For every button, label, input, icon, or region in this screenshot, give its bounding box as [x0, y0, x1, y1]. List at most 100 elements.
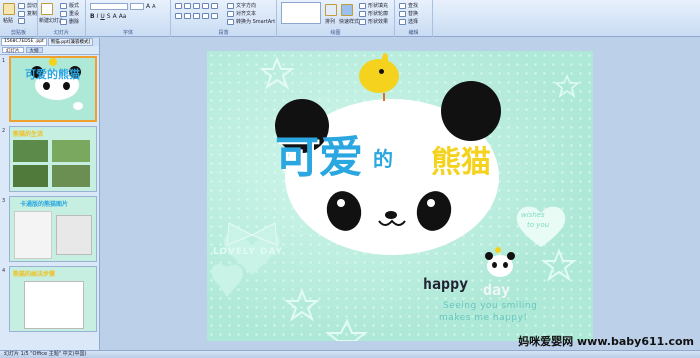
outline-icon — [359, 10, 366, 17]
align-right-icon[interactable] — [193, 13, 200, 19]
arrange-button[interactable] — [325, 4, 337, 16]
paragraph-group: 文字方向 对齐文本 转换为 SmartArt 段落 — [171, 0, 277, 37]
align-center-icon[interactable] — [184, 13, 191, 19]
find-button[interactable]: 查找 — [399, 2, 418, 9]
shapes-gallery[interactable] — [281, 2, 321, 24]
cut-button[interactable]: 剪切 — [18, 2, 37, 9]
tab-outline[interactable]: 大纲 — [25, 47, 43, 54]
indent-increase-icon[interactable] — [202, 3, 209, 9]
align-buttons[interactable] — [175, 13, 218, 19]
status-bar: 幻灯片 1/5 "Office 主题" 中文(中国) — [0, 350, 700, 358]
slide-thumbnail-2[interactable]: 熊猫的生活 — [9, 126, 97, 192]
spacing-button[interactable]: Aa — [119, 13, 127, 20]
slide-thumbnail-4[interactable]: 熊猫的画法步骤 — [9, 266, 97, 332]
quick-styles-label: 快速样式 — [339, 19, 360, 25]
thumb-bird-icon — [49, 58, 57, 66]
happy-text: happy — [423, 275, 469, 293]
font-color-button[interactable]: A — [113, 13, 117, 20]
small-panda-ear — [507, 252, 515, 260]
align-left-icon[interactable] — [175, 13, 182, 19]
fill-icon — [359, 2, 366, 9]
slide-editor: 可爱 的 熊猫 LOVELY DAY wishes to you happy d… — [101, 38, 700, 350]
find-icon — [399, 2, 406, 9]
bullets-icon[interactable] — [175, 3, 182, 9]
document-tab-1[interactable]: 1568C7ED5E .ppt — [1, 38, 47, 46]
drawing-group: 排列 快速样式 形状填充 形状轮廓 形状效果 绘图 — [277, 0, 395, 37]
new-slide-icon — [41, 3, 53, 15]
format-painter-button[interactable] — [18, 18, 25, 24]
slides-group: 新建幻灯片 版式 重设 删除 幻灯片 — [38, 0, 86, 37]
editing-group-label: 编辑 — [408, 30, 419, 36]
thumb-title: 熊猫的生活 — [13, 131, 44, 138]
underline-button[interactable]: U — [100, 13, 104, 20]
grow-font-button[interactable]: AA — [146, 3, 156, 10]
align-text-button[interactable]: 对齐文本 — [227, 10, 256, 17]
strikethrough-button[interactable]: S — [107, 13, 111, 20]
title-part-1: 可爱 — [275, 132, 363, 183]
copy-button[interactable]: 复制 — [18, 10, 37, 17]
paragraph-group-label: 段落 — [218, 30, 229, 36]
thumb-drawing-steps — [24, 281, 84, 329]
clipboard-group-label: 剪贴板 — [10, 30, 26, 36]
columns-icon[interactable] — [211, 13, 218, 19]
thumb-panda-eye — [63, 82, 70, 90]
thumb-title: 卡通版的熊猫图片 — [20, 201, 69, 208]
text-direction-button[interactable]: 文字方向 — [227, 2, 256, 9]
bird-icon — [359, 59, 399, 93]
thumb-photo — [52, 165, 90, 187]
replace-button[interactable]: 替换 — [399, 10, 418, 17]
italic-button[interactable]: I — [97, 13, 99, 20]
slide-thumbnail-1[interactable]: 可爱的熊猫 — [9, 56, 97, 122]
font-name-field[interactable] — [90, 3, 128, 10]
delete-button[interactable]: 删除 — [60, 18, 79, 25]
slide-thumbnail-3[interactable]: 卡通版的熊猫图片 — [9, 196, 97, 262]
smartart-icon — [227, 18, 234, 25]
watermark: 妈咪爱婴网 www.baby611.com — [518, 335, 694, 348]
shape-outline-button[interactable]: 形状轮廓 — [359, 10, 388, 17]
bold-button[interactable]: B — [90, 13, 95, 20]
document-tabs: 1568C7ED5E .ppt 熊猫.ppt[兼容模式] — [0, 38, 99, 46]
paste-icon — [3, 3, 15, 15]
panda-eye-highlight — [427, 199, 435, 207]
current-slide[interactable]: 可爱 的 熊猫 LOVELY DAY wishes to you happy d… — [207, 51, 593, 341]
thumb-sticker-sheet — [14, 211, 52, 259]
line-spacing-icon[interactable] — [211, 3, 218, 9]
wishes-text: wishes — [521, 211, 545, 219]
small-panda-eye — [492, 262, 497, 268]
paste-label: 粘贴 — [3, 18, 14, 24]
font-group: AA B I U S A Aa 字体 — [86, 0, 171, 37]
to-you-text: to you — [527, 221, 550, 229]
new-slide-button[interactable] — [41, 3, 53, 15]
font-size-field[interactable] — [130, 3, 144, 10]
caption-line-1: Seeing you smiling — [443, 301, 538, 311]
justify-icon[interactable] — [202, 13, 209, 19]
select-icon — [399, 18, 406, 25]
font-format-buttons[interactable]: B I U S A Aa — [90, 13, 126, 20]
smartart-button[interactable]: 转换为 SmartArt — [227, 18, 275, 25]
paste-button[interactable] — [3, 3, 15, 15]
layout-button[interactable]: 版式 — [60, 2, 79, 9]
arrange-label: 排列 — [325, 19, 336, 25]
thumb-panda-image — [56, 215, 92, 255]
bird-eye — [379, 69, 384, 74]
tab-slides[interactable]: 幻灯片 — [2, 47, 24, 54]
document-tab-2[interactable]: 熊猫.ppt[兼容模式] — [47, 38, 94, 46]
numbering-icon[interactable] — [184, 3, 191, 9]
list-buttons[interactable] — [175, 3, 218, 9]
bird-leg — [383, 93, 385, 101]
arrange-icon — [325, 4, 337, 16]
shape-fill-button[interactable]: 形状填充 — [359, 2, 388, 9]
slides-panel: 1568C7ED5E .ppt 熊猫.ppt[兼容模式] 幻灯片 大纲 1 可爱… — [0, 38, 100, 350]
reset-button[interactable]: 重设 — [60, 10, 79, 17]
quick-styles-button[interactable] — [341, 4, 353, 16]
day-text: day — [483, 281, 511, 299]
panda-eye-highlight — [337, 199, 345, 207]
indent-decrease-icon[interactable] — [193, 3, 200, 9]
panda-mouth — [378, 219, 406, 226]
select-button[interactable]: 选择 — [399, 18, 418, 25]
slide-number-3: 3 — [2, 198, 6, 204]
effects-icon — [359, 18, 366, 25]
shape-effects-button[interactable]: 形状效果 — [359, 18, 388, 25]
slide-number-2: 2 — [2, 128, 6, 134]
thumb-photo — [13, 140, 48, 162]
